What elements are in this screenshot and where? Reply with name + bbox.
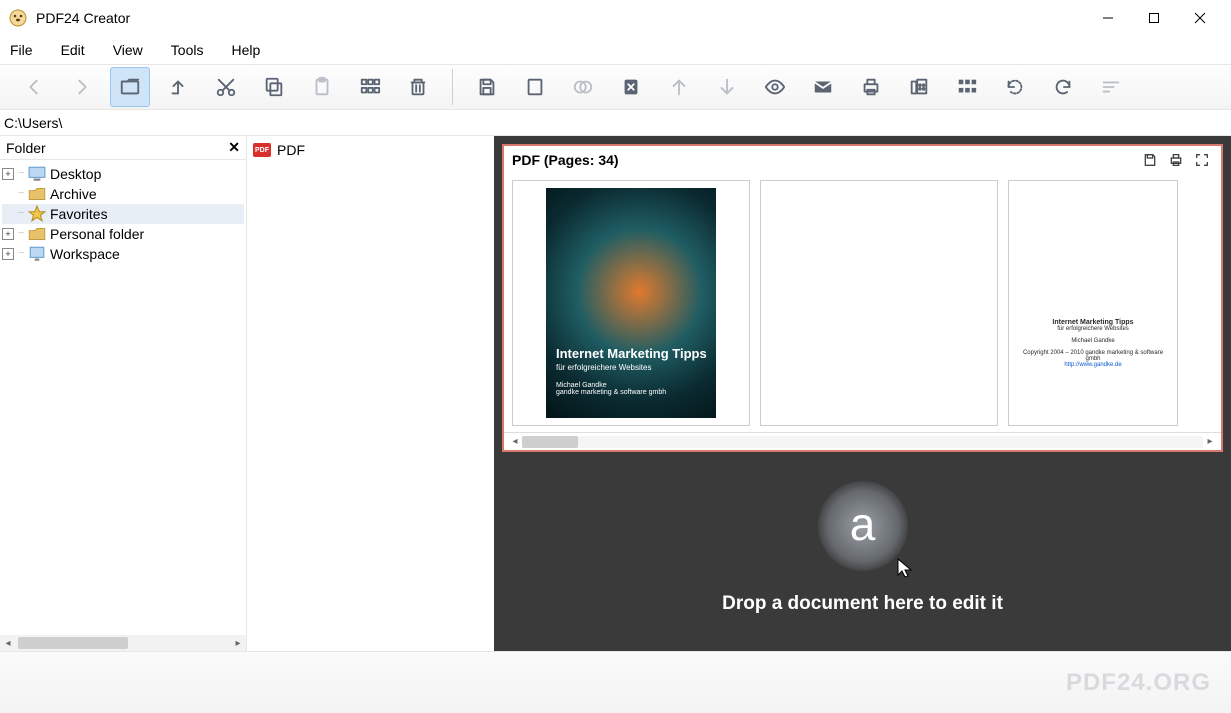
tree-label: Archive: [50, 184, 97, 204]
workspace-icon: [28, 246, 46, 262]
pdf-icon: PDF: [253, 143, 271, 157]
multi-grid-button[interactable]: [947, 67, 987, 107]
cover-image: Internet Marketing Tipps für erfolgreich…: [546, 188, 716, 418]
cursor-icon: [896, 557, 914, 579]
doc-fullscreen-button[interactable]: [1191, 150, 1213, 170]
file-name: PDF: [277, 142, 305, 158]
p3-link: http://www.gandke.de: [1019, 362, 1167, 368]
menu-tools[interactable]: Tools: [171, 42, 204, 58]
explorer-button[interactable]: [110, 67, 150, 107]
folder-panel: Folder ✕ +┈ Desktop ┈ Archive ┈ Favorite…: [0, 136, 247, 651]
scroll-left-icon[interactable]: ◂: [508, 436, 522, 447]
tree-label: Personal folder: [50, 224, 144, 244]
file-list-panel: PDF PDF: [247, 136, 494, 651]
sort-button[interactable]: [1091, 67, 1131, 107]
drop-glyph: a: [850, 497, 876, 551]
move-up-button[interactable]: [659, 67, 699, 107]
tree-expander[interactable]: +: [2, 228, 14, 240]
app-icon: [8, 8, 28, 28]
paste-button[interactable]: [302, 67, 342, 107]
copy-button[interactable]: [254, 67, 294, 107]
archive-icon: [28, 186, 46, 202]
menu-view[interactable]: View: [113, 42, 143, 58]
p3-title: Internet Marketing Tipps: [1019, 319, 1167, 326]
folder-h-scrollbar[interactable]: ◂ ▸: [0, 635, 246, 651]
grid-view-button[interactable]: [350, 67, 390, 107]
doc-print-button[interactable]: [1165, 150, 1187, 170]
window-title: PDF24 Creator: [36, 10, 130, 26]
path-bar[interactable]: C:\Users\: [0, 110, 1231, 136]
cut-button[interactable]: [206, 67, 246, 107]
merge-button[interactable]: [563, 67, 603, 107]
close-button[interactable]: [1177, 3, 1223, 33]
move-down-button[interactable]: [707, 67, 747, 107]
tree-label: Workspace: [50, 244, 120, 264]
page-thumb-2[interactable]: [760, 180, 998, 426]
file-item[interactable]: PDF PDF: [253, 140, 488, 160]
tree-label: Favorites: [50, 204, 108, 224]
fax-button[interactable]: [899, 67, 939, 107]
folder-panel-title: Folder: [6, 140, 46, 156]
thumbs-h-scrollbar[interactable]: ◂ ▸: [504, 432, 1221, 450]
cover-title: Internet Marketing Tipps: [556, 346, 707, 361]
save-button[interactable]: [467, 67, 507, 107]
remove-page-button[interactable]: [611, 67, 651, 107]
tree-expander[interactable]: +: [2, 168, 14, 180]
preview-button[interactable]: [755, 67, 795, 107]
new-doc-button[interactable]: [515, 67, 555, 107]
favorites-icon: [28, 206, 46, 222]
tree-expander[interactable]: +: [2, 248, 14, 260]
back-button[interactable]: [14, 67, 54, 107]
forward-button[interactable]: [62, 67, 102, 107]
minimize-button[interactable]: [1085, 3, 1131, 33]
page-thumb-3[interactable]: Internet Marketing Tipps für erfolgreich…: [1008, 180, 1178, 426]
p3-subtitle: für erfolgreichere Websites: [1019, 326, 1167, 332]
footer-brand: PDF24.ORG: [1066, 669, 1211, 697]
cover-subtitle: für erfolgreichere Websites: [556, 363, 707, 372]
menu-help[interactable]: Help: [231, 42, 260, 58]
tree-node-desktop[interactable]: +┈ Desktop: [2, 164, 244, 184]
delete-button[interactable]: [398, 67, 438, 107]
folder-tree: +┈ Desktop ┈ Archive ┈ Favorites +┈ Pers…: [0, 160, 246, 635]
tree-node-personal[interactable]: +┈ Personal folder: [2, 224, 244, 244]
menu-bar: File Edit View Tools Help: [0, 36, 1231, 64]
menu-edit[interactable]: Edit: [61, 42, 85, 58]
page-thumb-1[interactable]: Internet Marketing Tipps für erfolgreich…: [512, 180, 750, 426]
email-button[interactable]: [803, 67, 843, 107]
tree-node-workspace[interactable]: +┈ Workspace: [2, 244, 244, 264]
drop-zone[interactable]: a Drop a document here to edit it: [502, 452, 1223, 643]
p3-copyright: Copyright 2004 – 2010 gandke marketing &…: [1019, 350, 1167, 362]
print-button[interactable]: [851, 67, 891, 107]
document-header: PDF (Pages: 34): [512, 152, 619, 168]
title-bar: PDF24 Creator: [0, 0, 1231, 36]
folder-panel-close[interactable]: ✕: [228, 139, 240, 156]
path-text: C:\Users\: [4, 115, 62, 131]
scroll-right-icon[interactable]: ▸: [1203, 436, 1217, 447]
maximize-button[interactable]: [1131, 3, 1177, 33]
rotate-cw-button[interactable]: [1043, 67, 1083, 107]
cover-company: gandke marketing & software gmbh: [556, 389, 707, 396]
doc-save-button[interactable]: [1139, 150, 1161, 170]
menu-file[interactable]: File: [10, 42, 33, 58]
p3-author: Michael Gandke: [1019, 338, 1167, 344]
up-button[interactable]: [158, 67, 198, 107]
desktop-icon: [28, 166, 46, 182]
cover-author: Michael Gandke: [556, 382, 707, 389]
drop-message: Drop a document here to edit it: [722, 593, 1003, 615]
tree-label: Desktop: [50, 164, 101, 184]
toolbar: [0, 64, 1231, 110]
document-card: PDF (Pages: 34) Internet Marketing Tipps…: [502, 144, 1223, 452]
folder-icon: [28, 226, 46, 242]
drop-orb-icon: a: [818, 481, 908, 571]
scroll-thumb[interactable]: [522, 436, 578, 448]
footer: PDF24.ORG: [0, 651, 1231, 713]
page-thumbnails: Internet Marketing Tipps für erfolgreich…: [504, 174, 1221, 432]
tree-node-archive[interactable]: ┈ Archive: [2, 184, 244, 204]
rotate-ccw-button[interactable]: [995, 67, 1035, 107]
preview-panel: PDF (Pages: 34) Internet Marketing Tipps…: [494, 136, 1231, 651]
tree-node-favorites[interactable]: ┈ Favorites: [2, 204, 244, 224]
